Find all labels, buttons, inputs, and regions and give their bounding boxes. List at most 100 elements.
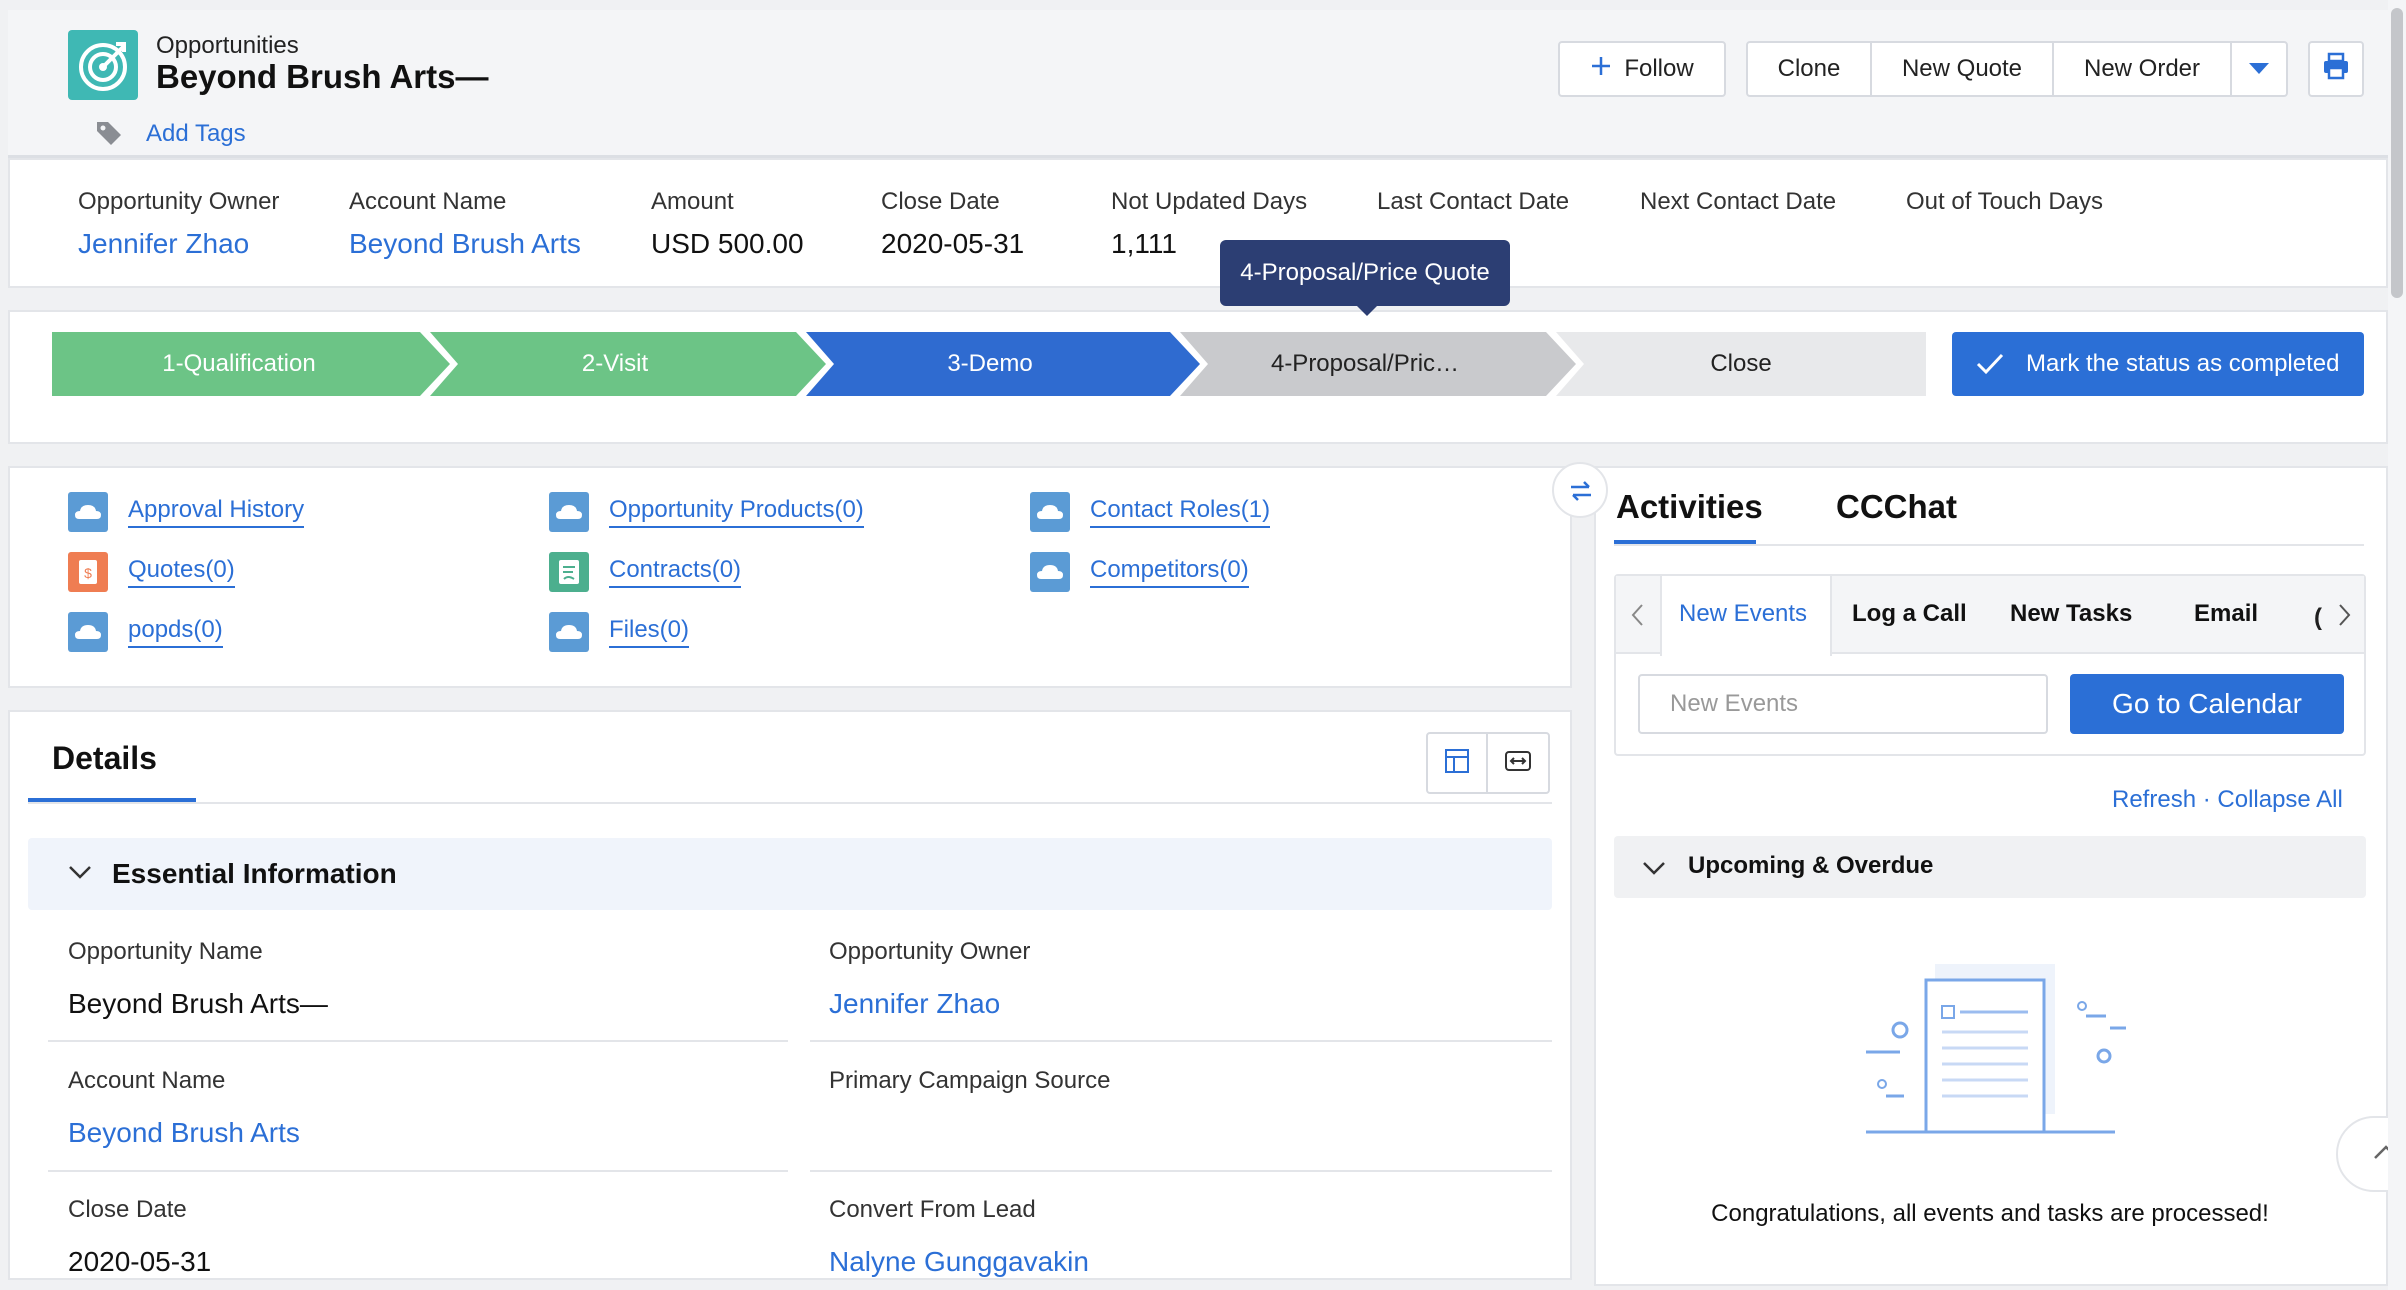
summary-label: Not Updated Days xyxy=(1111,188,1308,215)
empty-state-illustration xyxy=(1860,960,2130,1145)
chevron-down-icon xyxy=(68,864,92,885)
caret-down-icon xyxy=(2248,55,2270,83)
follow-label: Follow xyxy=(1624,55,1694,82)
essential-information-section[interactable]: Essential Information xyxy=(28,838,1552,910)
field-label: Primary Campaign Source xyxy=(829,1067,1111,1094)
expand-width-button[interactable] xyxy=(1488,734,1548,792)
lead-link[interactable]: Nalyne Gunggavakin xyxy=(829,1246,1089,1278)
related-contracts[interactable]: Contracts(0) xyxy=(549,552,742,592)
print-button[interactable] xyxy=(2308,41,2364,97)
related-link-label[interactable]: popds(0) xyxy=(128,616,223,648)
tab-details[interactable]: Details xyxy=(52,740,157,777)
related-contact-roles[interactable]: Contact Roles(1) xyxy=(1030,492,1271,532)
summary-label: Amount xyxy=(651,188,734,215)
add-tags-link[interactable]: Add Tags xyxy=(146,120,246,148)
summary-label: Account Name xyxy=(349,188,507,215)
upcoming-overdue-section[interactable]: Upcoming & Overdue xyxy=(1614,836,2366,898)
divider xyxy=(810,1170,1552,1172)
stage-demo[interactable]: 3-Demo xyxy=(806,332,1174,396)
related-link-label[interactable]: Quotes(0) xyxy=(128,556,235,588)
go-to-calendar-button[interactable]: Go to Calendar xyxy=(2070,674,2344,734)
field-label: Opportunity Owner xyxy=(829,938,1031,965)
related-opportunity-products[interactable]: Opportunity Products(0) xyxy=(549,492,864,532)
chevron-right-icon[interactable] xyxy=(2334,602,2354,633)
summary-close-date: Close Date 2020-05-31 xyxy=(881,188,1024,260)
tab-activities[interactable]: Activities xyxy=(1616,488,1763,526)
record-actions-group: Clone New Quote New Order xyxy=(1746,41,2288,97)
field-opportunity-owner: Opportunity Owner Jennifer Zhao xyxy=(829,938,1030,1020)
new-events-input[interactable] xyxy=(1638,674,2048,734)
stage-close[interactable]: Close xyxy=(1556,332,1926,396)
upcoming-title: Upcoming & Overdue xyxy=(1688,852,1934,879)
mark-status-label: Mark the status as completed xyxy=(2026,350,2340,377)
field-convert-from-lead: Convert From Lead Nalyne Gunggavakin xyxy=(829,1196,1089,1278)
details-toolbar xyxy=(1426,732,1550,794)
printer-icon xyxy=(2321,51,2351,88)
summary-amount: Amount USD 500.00 xyxy=(651,188,804,260)
chevron-left-icon[interactable] xyxy=(1628,602,1648,633)
summary-next-contact-date: Next Contact Date xyxy=(1640,188,1836,228)
cloud-icon xyxy=(549,612,589,652)
tab-new-events[interactable]: New Events xyxy=(1679,600,1807,628)
more-actions-dropdown[interactable] xyxy=(2232,43,2286,95)
owner-link[interactable]: Jennifer Zhao xyxy=(78,228,279,260)
activity-actions: Refresh · Collapse All xyxy=(2112,786,2343,814)
new-order-button[interactable]: New Order xyxy=(2054,43,2232,95)
field-label: Account Name xyxy=(68,1067,226,1094)
related-link-label[interactable]: Files(0) xyxy=(609,616,690,648)
expand-horizontal-icon xyxy=(1504,747,1532,780)
summary-label: Next Contact Date xyxy=(1640,188,1837,215)
related-quotes[interactable]: $ Quotes(0) xyxy=(68,552,235,592)
account-link[interactable]: Beyond Brush Arts xyxy=(68,1117,300,1149)
related-files[interactable]: Files(0) xyxy=(549,612,690,652)
related-link-label[interactable]: Contracts(0) xyxy=(609,556,742,588)
account-link[interactable]: Beyond Brush Arts xyxy=(349,228,581,260)
related-competitors[interactable]: Competitors(0) xyxy=(1030,552,1249,592)
refresh-link[interactable]: Refresh xyxy=(2112,786,2196,813)
swap-layout-button[interactable] xyxy=(1552,462,1608,518)
owner-link[interactable]: Jennifer Zhao xyxy=(829,988,1030,1020)
tab-new-tasks[interactable]: New Tasks xyxy=(2010,600,2132,628)
summary-out-of-touch-days: Out of Touch Days xyxy=(1906,188,2103,228)
field-primary-campaign-source: Primary Campaign Source xyxy=(829,1067,1110,1117)
mark-status-completed-button[interactable]: Mark the status as completed xyxy=(1952,332,2364,396)
tab-email[interactable]: Email xyxy=(2194,600,2258,628)
scrollbar-thumb[interactable] xyxy=(2391,8,2403,298)
tab-ccchat[interactable]: CCChat xyxy=(1836,488,1957,526)
breadcrumb[interactable]: Opportunities xyxy=(156,32,299,60)
swap-arrows-icon xyxy=(1567,477,1595,510)
tab-log-a-call[interactable]: Log a Call xyxy=(1852,600,1967,628)
related-link-label[interactable]: Opportunity Products(0) xyxy=(609,496,864,528)
section-title: Essential Information xyxy=(112,858,397,889)
stage-proposal[interactable]: 4-Proposal/Pric… xyxy=(1180,332,1550,396)
new-quote-button[interactable]: New Quote xyxy=(1872,43,2054,95)
follow-button[interactable]: Follow xyxy=(1558,41,1726,97)
field-label: Close Date xyxy=(68,1196,187,1223)
stage-visit[interactable]: 2-Visit xyxy=(430,332,800,396)
field-value: 2020-05-31 xyxy=(68,1246,212,1277)
divider xyxy=(48,1170,788,1172)
separator-dot: · xyxy=(2202,786,2218,813)
plus-icon xyxy=(1590,55,1612,84)
field-account-name: Account Name Beyond Brush Arts xyxy=(68,1067,300,1149)
stage-qualification[interactable]: 1-Qualification xyxy=(52,332,426,396)
related-popds[interactable]: popds(0) xyxy=(68,612,223,652)
related-link-label[interactable]: Approval History xyxy=(128,496,305,528)
field-label: Opportunity Name xyxy=(68,938,263,965)
contract-icon xyxy=(549,552,589,592)
summary-label: Out of Touch Days xyxy=(1906,188,2103,215)
layout-icon xyxy=(1443,747,1471,780)
summary-label: Opportunity Owner xyxy=(78,188,280,215)
page-scrollbar[interactable] xyxy=(2388,0,2406,1290)
related-link-label[interactable]: Competitors(0) xyxy=(1090,556,1249,588)
page-title: Beyond Brush Arts— xyxy=(156,58,489,95)
layout-toggle-button[interactable] xyxy=(1428,734,1488,792)
partial-tab-icon: ( xyxy=(2314,604,2322,631)
related-approval-history[interactable]: Approval History xyxy=(68,492,305,532)
divider xyxy=(1614,544,2364,546)
cloud-icon xyxy=(68,612,108,652)
collapse-all-link[interactable]: Collapse All xyxy=(2217,786,2342,813)
clone-button[interactable]: Clone xyxy=(1748,43,1872,95)
related-link-label[interactable]: Contact Roles(1) xyxy=(1090,496,1271,528)
summary-label: Last Contact Date xyxy=(1377,188,1570,215)
